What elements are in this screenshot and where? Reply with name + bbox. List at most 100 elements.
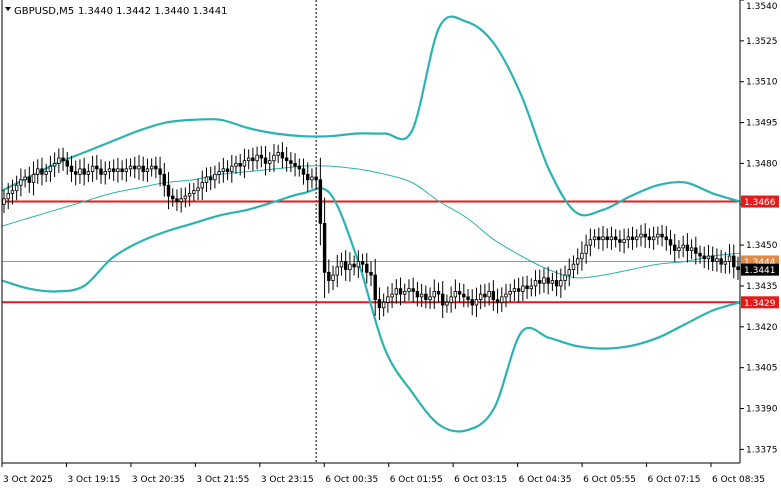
chart-root: 1.35401.35251.35101.34951.34801.34651.34…	[0, 0, 781, 489]
candle-bear	[61, 157, 65, 162]
candle-bull	[246, 157, 251, 162]
x-tick-label: 3 Oct 20:35	[132, 475, 185, 485]
candle-bear	[263, 157, 268, 164]
candle-bull	[689, 247, 694, 251]
y-tick-label: 1.3405	[746, 364, 778, 374]
candle-bear	[710, 255, 715, 262]
candle-bull	[10, 190, 15, 194]
candle-bull	[542, 277, 546, 284]
candle-bear	[466, 296, 470, 300]
candle-bull	[179, 198, 183, 202]
candle-bull	[639, 233, 643, 238]
candle-bear	[732, 255, 736, 268]
x-tick-label: 6 Oct 05:55	[583, 475, 636, 485]
candle-bull	[234, 163, 238, 167]
candle-bull	[149, 165, 154, 170]
candle-bear	[546, 277, 550, 284]
candle-bull	[453, 291, 458, 298]
candle-bear	[238, 163, 242, 167]
candle-bull	[339, 261, 344, 268]
candle-bull	[86, 171, 91, 175]
candle-bear	[166, 184, 171, 197]
candle-bull	[656, 233, 660, 238]
candle-bull	[137, 165, 141, 170]
candle-bear	[441, 293, 445, 306]
candle-bull	[356, 261, 361, 268]
current-price-tag-label: 1.3441	[744, 266, 776, 276]
candle-bull	[44, 171, 48, 175]
candle-bear	[65, 160, 69, 167]
candle-bull	[575, 258, 580, 265]
candle-bull	[500, 296, 504, 303]
candle-bull	[588, 239, 593, 246]
candle-bear	[314, 176, 318, 181]
candle-bull	[145, 168, 150, 172]
candle-bear	[259, 154, 264, 159]
candle-bear	[208, 176, 213, 181]
candle-bear	[398, 288, 403, 295]
candle-bull	[103, 171, 107, 175]
candle-bull	[580, 252, 584, 260]
candle-bull	[242, 160, 247, 167]
candle-bear	[664, 236, 668, 241]
candle-bear	[694, 247, 698, 254]
candle-bear	[605, 236, 609, 241]
candle-bull	[272, 154, 276, 162]
candle-bear	[360, 261, 365, 265]
candle-bear	[698, 252, 702, 257]
candle-bull	[335, 266, 339, 276]
x-tick-label: 6 Oct 04:35	[519, 475, 572, 485]
candle-bear	[284, 157, 289, 162]
candle-bull	[609, 236, 614, 241]
candle-bear	[306, 173, 310, 181]
candle-bear	[162, 173, 167, 186]
candle-bear	[673, 244, 677, 251]
candle-bull	[57, 157, 61, 164]
candle-bull	[200, 182, 204, 189]
candle-bull	[276, 152, 280, 156]
candle-bear	[95, 165, 99, 170]
candle-bull	[563, 274, 567, 281]
y-tick-label: 1.3450	[746, 241, 778, 251]
candle-bear	[133, 165, 137, 170]
x-tick-label: 3 Oct 23:15	[261, 475, 314, 485]
candle-bull	[715, 258, 719, 262]
candle-bear	[154, 165, 158, 170]
candle-bull	[124, 168, 129, 172]
candle-bear	[365, 263, 369, 273]
candle-bear	[618, 239, 622, 243]
candle-bull	[192, 190, 196, 194]
candle-bear	[352, 263, 356, 268]
candle-bull	[381, 301, 386, 309]
candle-bull	[2, 198, 6, 205]
candle-bull	[681, 244, 685, 249]
candle-bear	[668, 239, 673, 246]
symbol-label: GBPUSD,M5	[14, 6, 74, 17]
candle-bear	[343, 261, 348, 271]
candle-bear	[736, 266, 740, 271]
level-tag-1-label: 1.3429	[744, 299, 776, 309]
candle-bear	[111, 168, 116, 172]
candle-bull	[221, 168, 226, 172]
candle-bear	[457, 291, 462, 295]
candle-bull	[571, 263, 576, 271]
candle-bull	[268, 160, 272, 164]
candle-bear	[436, 291, 441, 295]
candle-bull	[445, 301, 449, 306]
candle-bull	[723, 261, 728, 265]
candle-bull	[403, 291, 407, 295]
y-tick-label: 1.3420	[746, 323, 778, 333]
y-tick-label: 1.3495	[746, 119, 778, 129]
candle-bull	[727, 255, 732, 262]
candle-bear	[297, 165, 301, 170]
price-chart[interactable]: 1.35401.35251.35101.34951.34801.34651.34…	[0, 0, 781, 489]
candle-bull	[217, 171, 221, 175]
chart-title: GBPUSD,M5 1.3440 1.3442 1.3440 1.3441	[5, 6, 228, 17]
candle-bull	[90, 165, 95, 172]
candle-bear	[647, 236, 652, 241]
candle-bear	[171, 195, 175, 200]
candle-bear	[538, 280, 542, 284]
x-tick-label: 6 Oct 07:15	[648, 475, 701, 485]
candle-bull	[390, 293, 394, 298]
candle-bull	[512, 288, 517, 292]
